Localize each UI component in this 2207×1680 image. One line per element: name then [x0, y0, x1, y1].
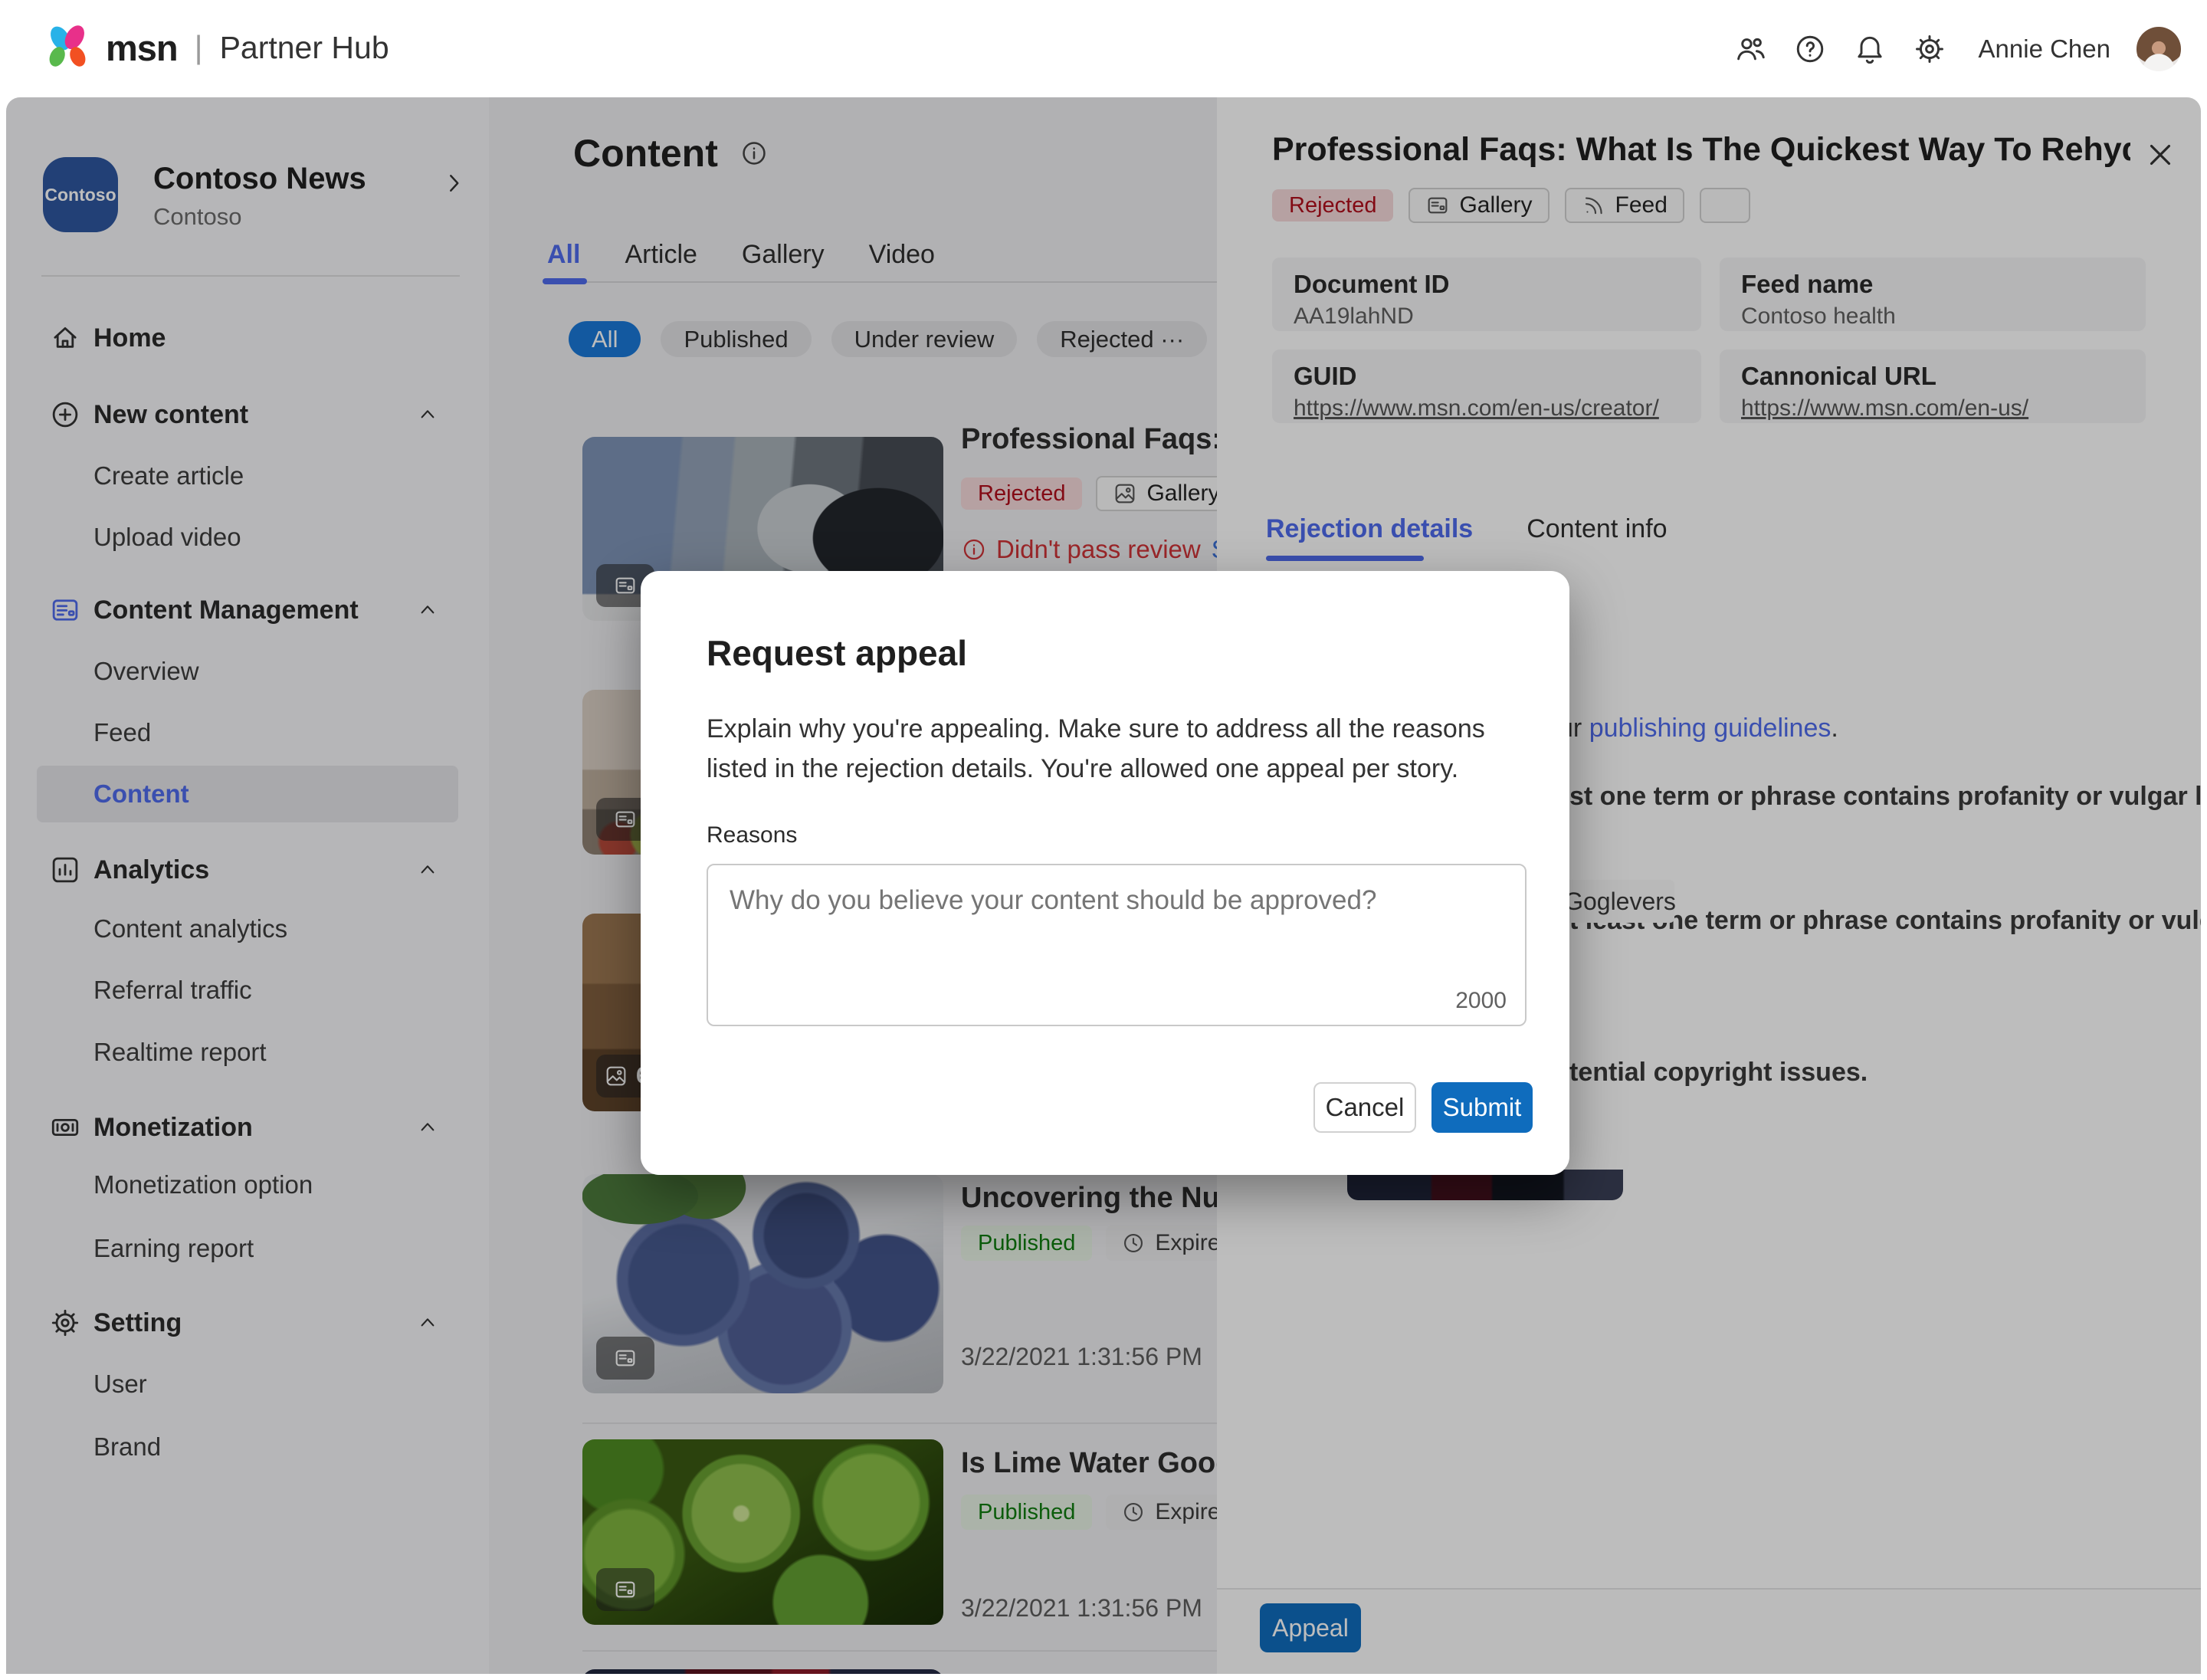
dialog-title: Request appeal — [707, 632, 967, 674]
dialog-buttons: Cancel Submit — [1313, 1082, 1533, 1133]
help-icon[interactable] — [1793, 32, 1827, 66]
user-avatar[interactable] — [2136, 27, 2181, 71]
bell-icon[interactable] — [1853, 32, 1887, 66]
brand-product: Partner Hub — [220, 30, 389, 66]
gear-icon[interactable] — [1913, 32, 1946, 66]
brand-msn: msn — [106, 27, 178, 69]
partner-hub-app: msn | Partner Hub Annie Chen — [0, 0, 2207, 1680]
people-icon[interactable] — [1733, 32, 1767, 66]
reasons-label: Reasons — [707, 822, 797, 848]
cancel-button[interactable]: Cancel — [1313, 1082, 1416, 1133]
dialog-description: Explain why you're appealing. Make sure … — [707, 709, 1519, 789]
brand-divider: | — [195, 29, 203, 66]
reasons-field-wrap: 2000 — [707, 864, 1527, 1026]
top-actions: Annie Chen — [1733, 0, 2181, 97]
submit-button[interactable]: Submit — [1431, 1082, 1533, 1133]
brand[interactable]: msn | Partner Hub — [43, 23, 389, 72]
msn-butterfly-icon — [43, 23, 92, 72]
reasons-textarea[interactable] — [707, 864, 1527, 1026]
request-appeal-dialog: Request appeal Explain why you're appeal… — [641, 571, 1569, 1175]
user-name[interactable]: Annie Chen — [1979, 34, 2110, 64]
top-bar: msn | Partner Hub Annie Chen — [0, 0, 2207, 97]
char-counter: 2000 — [1455, 988, 1507, 1014]
